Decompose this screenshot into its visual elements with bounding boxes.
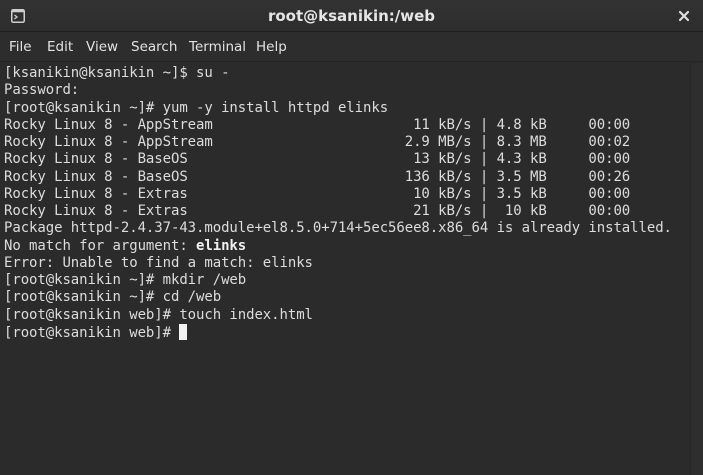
title-bar[interactable]: root@ksanikin:/web [0,0,703,32]
terminal-line: Password: [4,82,80,99]
terminal-line: [root@ksanikin ~]# cd /web [4,289,222,306]
close-icon[interactable] [674,6,694,26]
window-title: root@ksanikin:/web [267,7,436,25]
terminal-output[interactable]: [ksanikin@ksanikin ~]$ su - Password: [r… [0,63,690,475]
terminal-line: Rocky Linux 8 - Extras 10 kB/s | 3.5 kB … [4,185,631,202]
no-match-text: No match for argument: [4,237,197,254]
terminal-line-no-match: No match for argument: elinks [4,238,672,255]
terminal-prompt-line: [root@ksanikin web]# [4,323,672,341]
terminal-line: Rocky Linux 8 - BaseOS 13 kB/s | 4.3 kB … [4,151,631,168]
menu-search[interactable]: Search [131,39,177,55]
menu-edit[interactable]: Edit [47,39,73,55]
terminal-line: [root@ksanikin ~]# mkdir /web [4,272,247,288]
text-cursor [179,323,188,340]
menu-terminal[interactable]: Terminal [189,39,246,55]
menu-bar: File Edit View Search Terminal Help [0,32,703,62]
terminal-line: Rocky Linux 8 - AppStream 11 kB/s | 4.8 … [4,116,631,133]
terminal-line: Rocky Linux 8 - BaseOS 136 kB/s | 3.5 MB… [4,168,631,185]
no-match-argument: elinks [196,237,247,254]
terminal-window: root@ksanikin:/web File Edit View Search… [0,0,703,475]
terminal-line: [ksanikin@ksanikin ~]$ su - [4,65,230,81]
terminal-line: Rocky Linux 8 - Extras 21 kB/s | 10 kB 0… [4,203,631,219]
terminal-line: [root@ksanikin ~]# yum -y install httpd … [4,99,389,116]
terminal-line: Error: Unable to find a match: elinks [4,254,313,271]
menu-help[interactable]: Help [256,39,287,55]
scrollbar[interactable] [690,63,703,475]
terminal-line: [root@ksanikin web]# touch index.html [4,306,313,323]
menu-file[interactable]: File [9,39,32,55]
terminal-line: Rocky Linux 8 - AppStream 2.9 MB/s | 8.3… [4,134,631,150]
terminal-line: Package httpd-2.4.37-43.module+el8.5.0+7… [4,220,672,237]
menu-view[interactable]: View [86,39,118,55]
current-prompt: [root@ksanikin web]# [4,324,180,341]
